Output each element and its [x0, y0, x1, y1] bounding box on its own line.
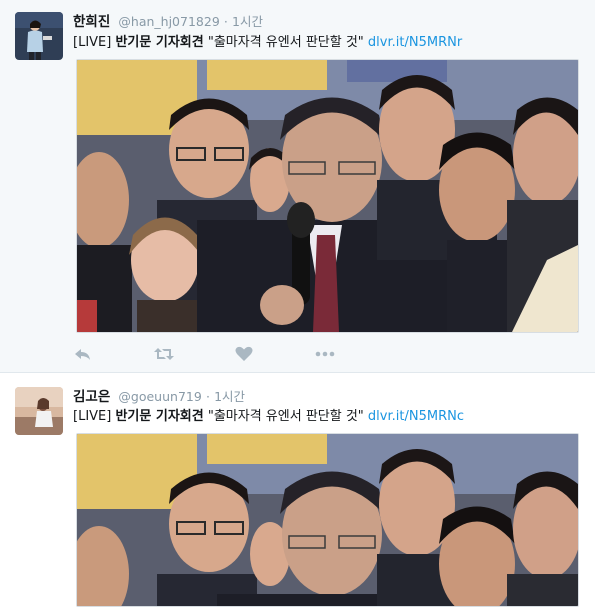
timestamp[interactable]: 1시간	[232, 14, 263, 29]
separator: ·	[223, 14, 228, 29]
tweet-2[interactable]: 김고은 @goeuun719 · 1시간 [LIVE] 반기문 기자회견 "출마…	[0, 373, 595, 607]
timestamp[interactable]: 1시간	[214, 389, 245, 404]
text-prefix: [LIVE]	[73, 409, 112, 424]
text-prefix: [LIVE]	[73, 35, 112, 50]
display-name[interactable]: 김고은	[73, 389, 110, 405]
tweet-text: [LIVE] 반기문 기자회견 "출마자격 유엔서 판단할 것" dlvr.it…	[73, 31, 462, 50]
tweet-text: [LIVE] 반기문 기자회견 "출마자격 유엔서 판단할 것" dlvr.it…	[73, 405, 464, 424]
media-image[interactable]	[76, 433, 579, 607]
tweet-header: 김고은 @goeuun719 · 1시간	[73, 385, 245, 405]
avatar[interactable]	[15, 387, 63, 435]
tweet-header: 한희진 @han_hj071829 · 1시간	[73, 10, 263, 30]
tweet-1[interactable]: 한희진 @han_hj071829 · 1시간 [LIVE] 반기문 기자회견 …	[0, 0, 595, 373]
more-icon[interactable]	[314, 344, 338, 364]
user-handle[interactable]: @han_hj071829	[118, 14, 219, 29]
separator: ·	[205, 389, 210, 404]
text-quote: "출마자격 유엔서 판단할 것"	[207, 35, 364, 50]
text-bold: 반기문 기자회견	[115, 409, 204, 424]
reply-icon[interactable]	[73, 344, 97, 364]
text-quote: "출마자격 유엔서 판단할 것"	[207, 409, 364, 424]
display-name[interactable]: 한희진	[73, 14, 110, 30]
media-image[interactable]	[76, 59, 579, 333]
user-handle[interactable]: @goeuun719	[118, 389, 201, 404]
avatar[interactable]	[15, 12, 63, 60]
like-icon[interactable]	[234, 344, 258, 364]
retweet-icon[interactable]	[153, 344, 177, 364]
tweet-link[interactable]: dlvr.it/N5MRNr	[368, 35, 462, 50]
tweet-link[interactable]: dlvr.it/N5MRNc	[368, 409, 464, 424]
text-bold: 반기문 기자회견	[115, 35, 204, 50]
